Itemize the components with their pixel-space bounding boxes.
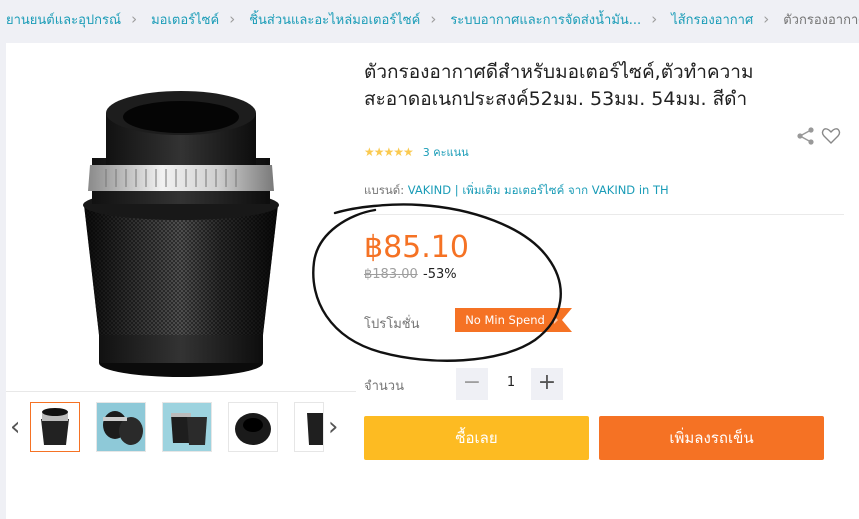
share-wishlist-group [796,126,846,146]
chevron-right-icon: › [763,10,770,28]
quantity-value[interactable]: 1 [496,375,526,390]
breadcrumb-item[interactable]: ระบบอากาศและการจัดส่งน้ำมัน... [444,9,641,30]
heart-icon[interactable] [821,126,841,146]
breadcrumb-item[interactable]: ชิ้นส่วนและอะไหล่มอเตอร์ไซค์ [243,9,420,30]
thumbnail-4[interactable] [228,402,278,452]
product-card: ‹ › ตัวกรองอากาศดีสำหรับมอเตอร์ไซค์,ตัวท… [6,43,859,519]
breadcrumb-item[interactable]: มอเตอร์ไซค์ [145,9,219,30]
product-title-line: ตัวกรองอากาศดีสำหรับมอเตอร์ไซค์,ตัวทำควา… [364,61,754,83]
buy-now-button[interactable]: ซื้อเลย [364,416,589,460]
discount-percent: -53% [423,267,457,282]
product-main-image[interactable] [46,73,326,413]
chevron-right-icon: › [229,10,236,28]
breadcrumb: ยานยนต์และอุปกรณ์ › มอเตอร์ไซค์ › ชิ้นส่… [0,0,859,38]
brand-label: แบรนด์: [364,183,405,197]
promotion-tag-tail [554,308,572,332]
chevron-right-icon: › [651,10,658,28]
chevron-left-icon[interactable]: ‹ [10,414,20,440]
add-to-cart-button[interactable]: เพิ่มลงรถเข็น [599,416,824,460]
star-rating-icon: ★★★★★ [364,145,414,159]
thumbnail-1[interactable] [30,402,80,452]
quantity-label: จำนวน [364,379,404,394]
quantity-increase-button[interactable]: + [531,368,563,400]
original-price: ฿183.00 [364,267,418,282]
rating-count-link[interactable]: 3 คะแนน [423,143,469,161]
breadcrumb-current: ตัวกรองอากาศดี [783,12,859,28]
product-title-line: สะอาดอเนกประสงค์52มม. 53มม. 54มม. สีดำ [364,88,748,110]
divider [364,214,844,215]
breadcrumb-item[interactable]: ไส้กรองอากาศ [665,9,753,30]
promotion-label: โปรโมชั่น [364,317,420,332]
thumbnail-strip: ‹ › [6,391,356,462]
chevron-right-icon[interactable]: › [328,414,338,440]
thumbnail-3[interactable] [162,402,212,452]
thumbnail-5[interactable] [294,402,324,452]
product-title: ตัวกรองอากาศดีสำหรับมอเตอร์ไซค์,ตัวทำควา… [364,59,824,113]
thumbnail-2[interactable] [96,402,146,452]
brand-line: แบรนด์: VAKIND | เพิ่มเติม มอเตอร์ไซค์ จ… [364,182,669,200]
brand-link[interactable]: VAKIND [408,183,451,197]
promotion-tag[interactable]: No Min Spend [455,308,555,332]
current-price: ฿85.10 [364,230,469,265]
breadcrumb-item[interactable]: ยานยนต์และอุปกรณ์ [0,9,121,30]
quantity-decrease-button[interactable]: − [456,368,488,400]
more-from-brand-link[interactable]: | เพิ่มเติม มอเตอร์ไซค์ จาก VAKIND in TH [455,183,669,197]
rating: ★★★★★ 3 คะแนน [364,143,469,161]
chevron-right-icon: › [131,10,138,28]
share-icon[interactable] [796,126,816,146]
chevron-right-icon: › [430,10,437,28]
